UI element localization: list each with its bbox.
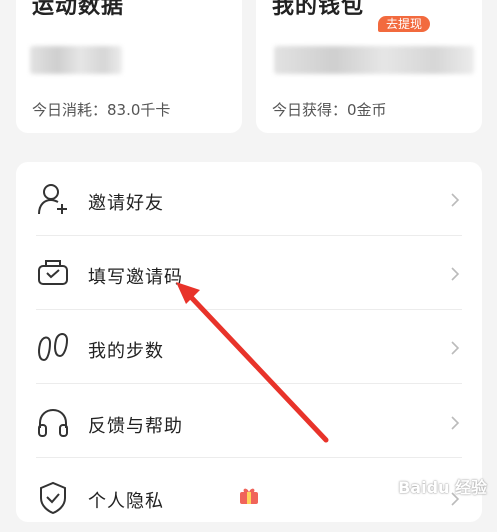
menu-label: 填写邀请码 <box>88 267 183 288</box>
chevron-right-icon <box>451 416 460 430</box>
menu-item-invite-friends[interactable]: 邀请好友 <box>16 162 482 236</box>
shield-icon <box>40 481 66 514</box>
sport-data-title: 运动数据 <box>32 0 125 19</box>
invite-friend-icon <box>38 184 67 215</box>
gift-icon <box>240 488 258 504</box>
menu-item-enter-invite-code[interactable]: 填写邀请码 <box>16 236 482 310</box>
blurred-value <box>274 46 474 74</box>
blurred-value <box>30 46 122 74</box>
baidu-watermark: Baidu 经验 <box>398 478 487 497</box>
chevron-right-icon <box>451 193 460 207</box>
sport-calories: 今日消耗：83.0千卡 <box>32 101 171 119</box>
wallet-title: 我的钱包 <box>272 0 365 19</box>
withdraw-badge[interactable]: 去提现 <box>378 16 430 32</box>
menu-item-feedback-help[interactable]: 反馈与帮助 <box>16 384 482 458</box>
menu-item-my-steps[interactable]: 我的步数 <box>16 310 482 384</box>
wallet-coins: 今日获得：0金币 <box>272 101 387 119</box>
menu-label: 邀请好友 <box>88 193 164 214</box>
menu-list: 邀请好友 填写邀请码 我的步数 反馈与帮助 个人隐私 <box>16 162 482 522</box>
sport-data-card[interactable]: 运动数据 今日消耗：83.0千卡 <box>16 0 242 133</box>
chevron-right-icon <box>451 267 460 281</box>
invite-code-icon <box>38 260 68 285</box>
wallet-card[interactable]: 我的钱包 去提现 今日获得：0金币 <box>256 0 482 133</box>
menu-label: 我的步数 <box>88 341 164 362</box>
chevron-right-icon <box>451 341 460 355</box>
headphones-icon <box>38 408 68 437</box>
footprints-icon <box>38 333 69 362</box>
menu-label: 个人隐私 <box>88 491 164 512</box>
menu-label: 反馈与帮助 <box>88 416 183 437</box>
